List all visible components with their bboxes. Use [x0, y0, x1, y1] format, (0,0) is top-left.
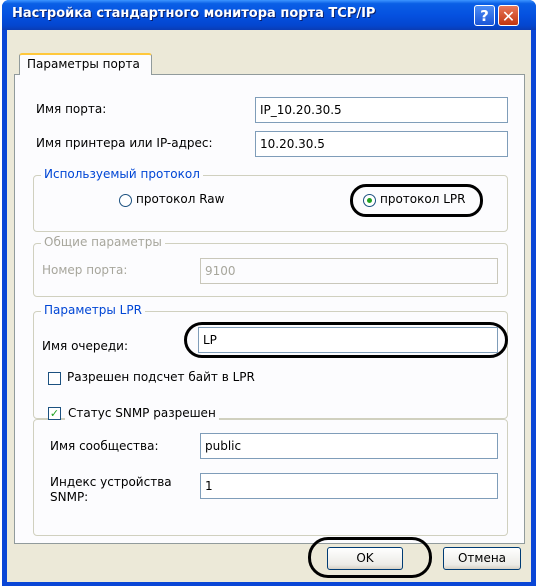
dialog-client-area: Параметры порта Имя порта: IP_10.20.30.5…	[7, 30, 531, 582]
port-number-input: 9100	[200, 258, 498, 284]
snmp-enabled-checkbox[interactable]: ✓	[48, 407, 61, 420]
printer-address-label: Имя принтера или IP-адрес:	[36, 136, 213, 150]
lpr-protocol-label[interactable]: протокол LPR	[380, 192, 465, 206]
port-name-input[interactable]: IP_10.20.30.5	[255, 97, 508, 123]
help-button[interactable]: ?	[474, 5, 495, 26]
snmp-enabled-label[interactable]: Статус SNMP разрешен	[65, 406, 219, 420]
tab-port-settings[interactable]: Параметры порта	[19, 53, 152, 75]
byte-count-label[interactable]: Разрешен подсчет байт в LPR	[67, 370, 255, 384]
queue-name-label: Имя очереди:	[42, 339, 129, 353]
byte-count-checkbox[interactable]	[48, 372, 61, 385]
dialog-window: Настройка стандартного монитора порта TC…	[2, 0, 536, 586]
port-number-label: Номер порта:	[42, 263, 128, 277]
checkmark-icon: ✓	[49, 407, 60, 420]
title-bar[interactable]: Настройка стандартного монитора порта TC…	[2, 0, 536, 30]
raw-protocol-label[interactable]: протокол Raw	[136, 192, 224, 206]
raw-protocol-radio[interactable]	[119, 194, 132, 207]
lpr-protocol-radio[interactable]	[363, 194, 376, 207]
device-index-input[interactable]: 1	[200, 473, 498, 499]
window-title: Настройка стандартного монитора порта TC…	[12, 6, 376, 21]
close-button[interactable]: ✕	[498, 5, 519, 26]
cancel-button[interactable]: Отмена	[443, 547, 521, 570]
port-name-label: Имя порта:	[36, 102, 107, 116]
help-icon: ?	[480, 7, 489, 25]
community-name-label: Имя сообщества:	[50, 439, 159, 453]
device-index-label-line1: Индекс устройства	[50, 475, 172, 489]
close-icon: ✕	[501, 7, 516, 26]
lpr-params-title: Параметры LPR	[41, 303, 145, 317]
radio-selected-dot	[367, 198, 372, 203]
ok-button[interactable]: OK	[327, 547, 403, 570]
general-params-title: Общие параметры	[41, 235, 165, 249]
device-index-label-line2: SNMP:	[50, 490, 89, 504]
community-name-input[interactable]: public	[200, 433, 498, 459]
queue-name-input[interactable]: LP	[198, 327, 498, 353]
protocol-group-title: Используемый протокол	[41, 167, 203, 181]
printer-address-input[interactable]: 10.20.30.5	[255, 131, 508, 157]
tab-panel: Имя порта: IP_10.20.30.5 Имя принтера ил…	[14, 74, 525, 544]
